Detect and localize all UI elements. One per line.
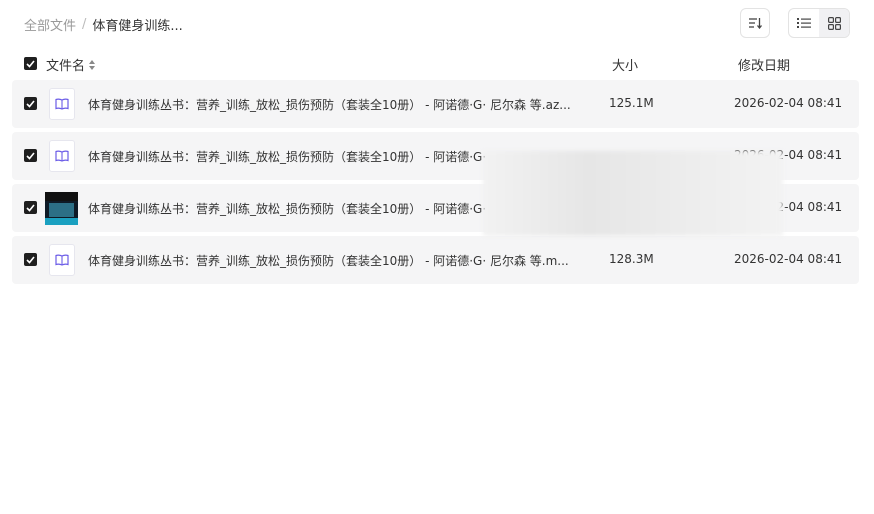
sort-icon <box>749 18 762 29</box>
row-checkbox[interactable] <box>24 201 37 214</box>
grid-view-icon <box>827 16 841 30</box>
column-header-name[interactable]: 文件名 <box>46 55 96 74</box>
breadcrumb-current: 体育健身训练... <box>92 19 183 34</box>
breadcrumb: 全部文件 / 体育健身训练... <box>24 15 183 34</box>
row-checkbox[interactable] <box>24 253 37 266</box>
check-icon <box>26 59 35 68</box>
column-header-size[interactable]: 大小 <box>612 55 638 74</box>
table-row[interactable]: 体育健身训练丛书：营养_训练_放松_损伤预防（套装全10册） - 阿诺德·G· … <box>12 236 859 284</box>
column-header-name-label: 文件名 <box>46 59 86 74</box>
grid-view-button[interactable] <box>819 9 849 37</box>
file-size: 125.1M <box>609 96 654 110</box>
blurred-region <box>483 151 783 236</box>
list-view-button[interactable] <box>789 9 819 37</box>
check-icon <box>26 255 35 264</box>
list-view-icon <box>797 18 811 28</box>
row-checkbox[interactable] <box>24 97 37 110</box>
check-icon <box>26 203 35 212</box>
ebook-icon <box>49 244 75 276</box>
cover-thumbnail <box>45 192 78 225</box>
breadcrumb-separator: / <box>82 17 87 32</box>
sort-button[interactable] <box>740 8 770 38</box>
ebook-icon <box>49 88 75 120</box>
table-header: 文件名 大小 修改日期 <box>0 52 874 76</box>
table-row[interactable]: 体育健身训练丛书：营养_训练_放松_损伤预防（套装全10册） - 阿诺德·G· … <box>12 80 859 128</box>
column-header-date[interactable]: 修改日期 <box>738 55 790 74</box>
row-checkbox[interactable] <box>24 149 37 162</box>
file-date: 2026-02-04 08:41 <box>734 252 843 266</box>
check-icon <box>26 151 35 160</box>
ebook-icon <box>49 140 75 172</box>
file-name[interactable]: 体育健身训练丛书：营养_训练_放松_损伤预防（套装全10册） - 阿诺德·G· … <box>88 96 578 113</box>
select-all-checkbox[interactable] <box>24 57 37 70</box>
top-bar: 全部文件 / 体育健身训练... <box>0 0 874 48</box>
view-toggle <box>788 8 850 38</box>
sort-caret-icon <box>89 59 96 70</box>
check-icon <box>26 99 35 108</box>
file-name[interactable]: 体育健身训练丛书：营养_训练_放松_损伤预防（套装全10册） - 阿诺德·G· … <box>88 252 578 269</box>
breadcrumb-root[interactable]: 全部文件 <box>24 15 76 34</box>
file-size: 128.3M <box>609 252 654 266</box>
file-date: 2026-02-04 08:41 <box>734 96 843 110</box>
